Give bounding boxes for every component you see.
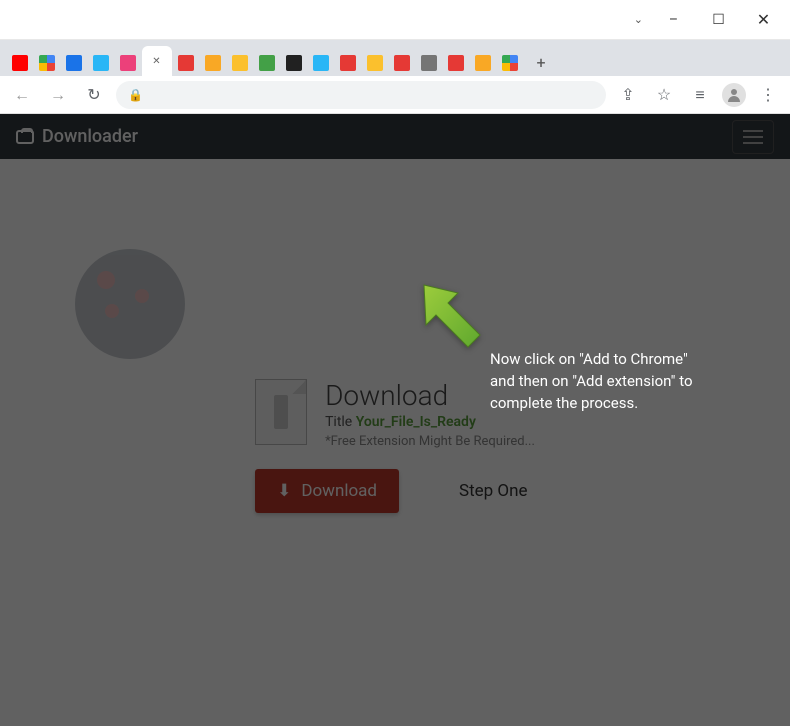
film-icon [205,55,221,71]
tab-18[interactable] [497,50,523,76]
tab-strip: ✕ + [0,40,790,76]
tab-7[interactable] [200,50,226,76]
tab-0[interactable] [7,50,33,76]
tab-15[interactable] [416,50,442,76]
browser-toolbar: ← → ↻ 🔒 ⇪ ☆ ≡ ⋮ [0,76,790,114]
youtube-icon [12,55,28,71]
tab-9[interactable] [254,50,280,76]
ym-icon [475,55,491,71]
page-viewport: Downloader Download Title Your_File_Is_R… [0,114,790,726]
flipboard-icon [448,55,464,71]
address-bar[interactable]: 🔒 [116,81,606,109]
pointer-arrow-icon [418,279,488,353]
tab-dropdown-icon[interactable]: ⌄ [626,13,651,26]
tab-8[interactable] [227,50,253,76]
user-icon [726,87,742,103]
forward-button[interactable]: → [44,81,72,109]
back-button[interactable]: ← [8,81,36,109]
lock-icon: 🔒 [128,88,143,102]
tab-close-icon[interactable]: ✕ [152,56,160,67]
google-icon [39,55,55,71]
camera-icon [286,55,302,71]
new-tab-button[interactable]: + [527,48,555,76]
globe-icon [421,55,437,71]
tab-16[interactable] [443,50,469,76]
tab-3[interactable] [88,50,114,76]
window-titlebar: ⌄ – ☐ ✕ [0,0,790,40]
video-icon [394,55,410,71]
warning-icon [232,55,248,71]
tab-14[interactable] [389,50,415,76]
dim-overlay [0,114,790,726]
tab-2[interactable] [61,50,87,76]
tab-11[interactable] [308,50,334,76]
reload-button[interactable]: ↻ [80,81,108,109]
tab-13[interactable] [362,50,388,76]
warning2-icon [367,55,383,71]
cloud2-icon [313,55,329,71]
tab-10[interactable] [281,50,307,76]
profile-avatar[interactable] [722,83,746,107]
window-minimize-button[interactable]: – [651,5,696,35]
share-button[interactable]: ⇪ [614,81,642,109]
tooltip-text: Now click on "Add to Chrome" and then on… [490,349,700,414]
cloud-icon [93,55,109,71]
tab-active[interactable]: ✕ [142,46,172,76]
tab-4[interactable] [115,50,141,76]
down-arrow-icon [178,55,194,71]
tab-17[interactable] [470,50,496,76]
tab-12[interactable] [335,50,361,76]
window-maximize-button[interactable]: ☐ [696,5,741,35]
download-icon [66,55,82,71]
bookmark-star-button[interactable]: ☆ [650,81,678,109]
reading-list-button[interactable]: ≡ [686,81,714,109]
down2-icon [340,55,356,71]
menu-button[interactable]: ⋮ [754,81,782,109]
tab-6[interactable] [173,50,199,76]
play-icon [120,55,136,71]
window-close-button[interactable]: ✕ [741,5,786,35]
tab-1[interactable] [34,50,60,76]
play-green-icon [259,55,275,71]
google2-icon [502,55,518,71]
